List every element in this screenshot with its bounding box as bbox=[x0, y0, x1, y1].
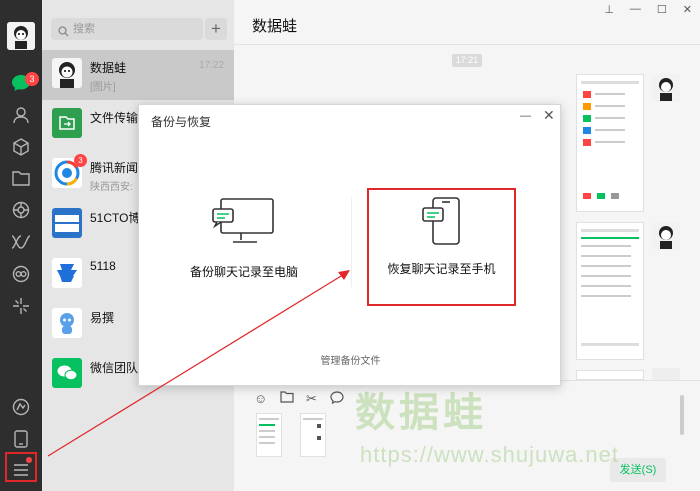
manage-backup-files-link[interactable]: 管理备份文件 bbox=[139, 352, 562, 367]
sender-avatar[interactable] bbox=[652, 222, 680, 250]
message-timestamp: 17:21 bbox=[452, 54, 482, 67]
5118-avatar bbox=[52, 258, 82, 288]
chat-badge: 3 bbox=[25, 72, 39, 86]
chat-avatar bbox=[52, 58, 82, 88]
contacts-icon[interactable] bbox=[10, 104, 32, 126]
wechat-team-avatar bbox=[52, 358, 82, 388]
restore-label: 恢复聊天记录至手机 bbox=[387, 262, 496, 276]
dialog-close-button[interactable]: ✕ bbox=[543, 107, 555, 124]
close-window-icon[interactable]: ✕ bbox=[683, 3, 692, 16]
dialog-minimize-button[interactable]: — bbox=[520, 110, 531, 122]
pin-icon[interactable]: ⊥ bbox=[604, 3, 614, 16]
phone-chat-icon bbox=[369, 190, 514, 260]
51cto-avatar bbox=[52, 208, 82, 238]
window-controls: ⊥ — ☐ ✕ bbox=[604, 3, 692, 16]
menu-notification-dot bbox=[26, 457, 32, 463]
screenshot-icon[interactable]: ✂ bbox=[306, 391, 317, 407]
sender-avatar[interactable] bbox=[652, 368, 680, 380]
chat-name: 数据蛙 bbox=[90, 61, 127, 75]
pending-image-1[interactable] bbox=[256, 413, 282, 457]
menu-highlight bbox=[5, 452, 37, 482]
manage-label: 管理备份文件 bbox=[320, 356, 381, 367]
search-feature-icon[interactable] bbox=[10, 295, 32, 317]
image-message-1[interactable] bbox=[576, 74, 644, 212]
unread-badge: 3 bbox=[74, 154, 87, 167]
file-transfer-avatar bbox=[52, 108, 82, 138]
monitor-icon bbox=[169, 197, 319, 263]
restore-to-phone-option[interactable]: 恢复聊天记录至手机 bbox=[367, 188, 516, 306]
search-placeholder: 搜索 bbox=[73, 23, 95, 35]
minimize-icon[interactable]: — bbox=[630, 3, 641, 16]
pending-image-2[interactable] bbox=[300, 413, 326, 457]
user-avatar[interactable] bbox=[7, 22, 35, 50]
image-message-2[interactable] bbox=[576, 222, 644, 360]
backup-to-pc-option[interactable]: 备份聊天记录至电脑 bbox=[169, 197, 319, 280]
file-icon[interactable] bbox=[280, 391, 294, 406]
yizhuan-avatar bbox=[52, 308, 82, 338]
favorites-icon[interactable] bbox=[10, 136, 32, 158]
video-icon[interactable] bbox=[10, 396, 32, 418]
chat-time: 17:22 bbox=[198, 60, 224, 71]
watermark-url: https://www.shujuwa.net bbox=[360, 442, 620, 467]
search-input[interactable]: 搜索 bbox=[51, 18, 203, 40]
chat-preview: 陕西西安: bbox=[90, 182, 133, 193]
chat-item-shujuwa[interactable]: 数据蛙 [图片] 17:22 bbox=[42, 50, 234, 100]
channels-icon[interactable] bbox=[10, 231, 32, 253]
phone-icon[interactable] bbox=[10, 428, 32, 450]
moments-icon[interactable] bbox=[10, 199, 32, 221]
chat-preview: [图片] bbox=[90, 82, 116, 93]
add-chat-button[interactable]: + bbox=[205, 18, 227, 40]
scrollbar[interactable] bbox=[680, 395, 684, 435]
emoji-icon[interactable]: ☺ bbox=[254, 391, 267, 406]
search-icon bbox=[58, 23, 69, 45]
backup-label: 备份聊天记录至电脑 bbox=[189, 265, 298, 279]
option-divider bbox=[351, 197, 352, 287]
sender-avatar[interactable] bbox=[652, 74, 680, 102]
mini-programs-icon[interactable] bbox=[10, 263, 32, 285]
backup-restore-dialog: 备份与恢复 — ✕ 备份聊天记录至电脑 恢复聊天记录至手机 管理备份文件 bbox=[138, 104, 561, 386]
nav-rail: 3 bbox=[0, 0, 42, 491]
chat-title: 数据蛙 bbox=[252, 18, 298, 35]
watermark-text: 数据蛙 bbox=[355, 391, 487, 435]
folder-icon[interactable] bbox=[10, 167, 32, 189]
dialog-title: 备份与恢复 bbox=[151, 115, 212, 129]
maximize-icon[interactable]: ☐ bbox=[657, 3, 667, 16]
image-message-3[interactable] bbox=[576, 370, 644, 380]
header-divider bbox=[234, 44, 700, 45]
chat-history-icon[interactable] bbox=[330, 391, 344, 407]
